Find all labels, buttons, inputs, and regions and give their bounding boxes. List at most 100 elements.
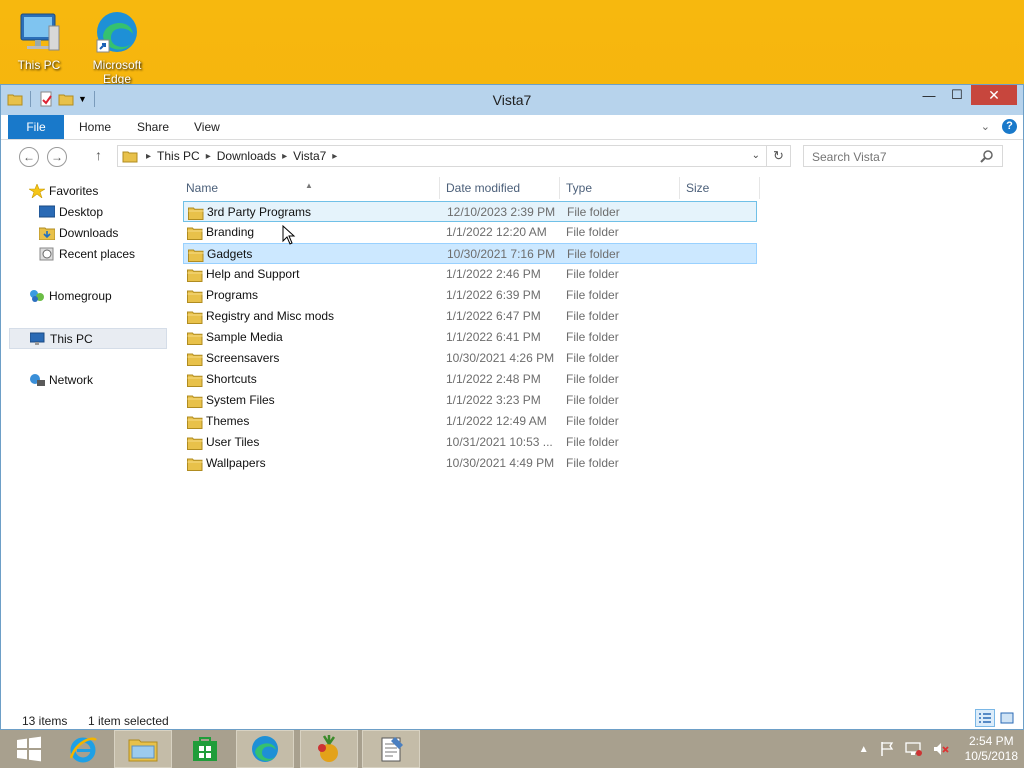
nav-downloads[interactable]: Downloads [9,223,167,244]
file-type: File folder [566,225,619,239]
status-bar: 13 items 1 item selected [1,707,1023,729]
tab-share[interactable]: Share [137,115,169,139]
maximize-button[interactable]: ☐ [943,85,971,105]
show-hidden-icons-icon[interactable]: ▲ [859,744,869,755]
file-type: File folder [566,456,619,470]
folder-icon [187,353,203,366]
file-date-modified: 1/1/2022 6:39 PM [446,288,541,302]
breadcrumb-downloads[interactable]: Downloads [211,149,282,163]
file-name: Sample Media [206,330,283,344]
network-status-icon[interactable] [904,741,923,757]
taskbar-file-explorer[interactable] [114,730,172,768]
downloads-folder-icon [39,227,55,240]
file-row[interactable]: Screensavers 10/30/2021 4:26 PM File folde… [183,348,763,369]
taskbar-store[interactable] [176,730,234,768]
clock[interactable]: 2:54 PM 10/5/2018 [965,734,1018,764]
window-controls: — ☐ ✕ [915,85,1017,105]
search-box[interactable] [803,145,1003,167]
address-bar[interactable]: ▸ This PC ▸ Downloads ▸ Vista7 ▸ ⌄ [117,145,767,167]
refresh-button[interactable]: ↻ [767,145,791,167]
folder-icon [187,227,203,240]
column-divider[interactable] [679,177,680,199]
column-header-size[interactable]: Size [686,181,709,195]
column-header-name[interactable]: Name [186,181,218,195]
column-divider[interactable] [759,177,760,199]
search-input[interactable] [810,147,984,167]
folder-icon [187,332,203,345]
title-bar[interactable]: ▼ Vista7 — ☐ ✕ [1,85,1023,115]
file-row[interactable]: Themes 1/1/2022 12:49 AM File folder [183,411,763,432]
file-type: File folder [566,372,619,386]
close-button[interactable]: ✕ [971,85,1017,105]
details-view-button[interactable] [975,709,995,727]
folder-icon [187,269,203,282]
breadcrumb-this-pc[interactable]: This PC [151,149,206,163]
up-arrow-icon: ↑ [95,147,102,163]
file-name: 3rd Party Programs [207,205,312,219]
minimize-button[interactable]: — [915,85,943,105]
file-row[interactable]: Gadgets 10/30/2021 7:16 PM File folder [183,243,757,264]
file-row[interactable]: User Tiles 10/31/2021 10:53 ... File folde… [183,432,763,453]
chevron-right-icon[interactable]: ▸ [332,151,337,162]
desktop-icon-this-pc[interactable]: This PC [4,8,74,86]
nav-label: Recent places [59,247,136,261]
volume-muted-icon[interactable] [933,741,949,757]
tab-file[interactable]: File [8,115,64,139]
nav-label: This PC [50,332,93,346]
nav-label: Favorites [49,184,99,198]
file-date-modified: 1/1/2022 6:47 PM [446,309,541,323]
file-row[interactable]: System Files 1/1/2022 3:23 PM File folder [183,390,763,411]
nav-homegroup[interactable]: Homegroup [9,286,167,307]
file-row[interactable]: Sample Media 1/1/2022 6:41 PM File folder [183,327,763,348]
file-name: System Files [206,393,275,407]
column-divider[interactable] [559,177,560,199]
file-row[interactable]: Programs 1/1/2022 6:39 PM File folder [183,285,763,306]
taskbar-media-app[interactable] [300,730,358,768]
column-header-date-modified[interactable]: Date modified [446,181,520,195]
file-name: Wallpapers [206,456,266,470]
tab-home[interactable]: Home [79,115,111,139]
file-date-modified: 10/31/2021 10:53 ... [446,435,553,449]
nav-label: Desktop [59,205,104,219]
nav-network[interactable]: Network [9,370,167,391]
file-row[interactable]: Wallpapers 10/30/2021 4:49 PM File folder [183,453,763,474]
tab-view[interactable]: View [194,115,220,139]
back-button[interactable]: ← [19,147,39,167]
nav-recent-places[interactable]: Recent places [9,244,167,265]
address-history-dropdown-icon[interactable]: ⌄ [752,150,760,161]
file-row[interactable]: Branding 1/1/2022 12:20 AM File folder [183,222,763,243]
nav-this-pc[interactable]: This PC [9,328,167,349]
forward-button[interactable]: → [47,147,67,167]
search-icon[interactable] [980,149,994,163]
nav-label: Network [49,373,94,387]
large-icons-view-button[interactable] [997,709,1017,727]
desktop-icon-edge[interactable]: Microsoft Edge [82,8,152,86]
file-type: File folder [566,435,619,449]
taskbar-internet-explorer[interactable] [54,730,112,768]
column-header-type[interactable]: Type [566,181,592,195]
file-row[interactable]: Help and Support 1/1/2022 2:46 PM File fol… [183,264,763,285]
folder-icon [187,416,203,429]
taskbar: ▲ 2:54 PM 10/5/2018 [0,730,1024,768]
file-type: File folder [566,414,619,428]
file-row[interactable]: 3rd Party Programs 12/10/2023 2:39 PM File… [183,201,757,222]
navigation-pane: Favorites Desktop Downloads Recent place… [9,181,167,391]
expand-ribbon-icon[interactable]: ⌄ [981,120,990,133]
breadcrumb-vista7[interactable]: Vista7 [287,149,332,163]
column-divider[interactable] [439,177,440,199]
nav-favorites[interactable]: Favorites [9,181,167,202]
folder-icon [188,207,204,220]
taskbar-notepad[interactable] [362,730,420,768]
action-center-flag-icon[interactable] [879,741,895,757]
help-icon[interactable]: ? [1002,119,1017,134]
file-date-modified: 1/1/2022 6:41 PM [446,330,541,344]
nav-desktop[interactable]: Desktop [9,202,167,223]
file-date-modified: 1/1/2022 12:49 AM [446,414,547,428]
file-row[interactable]: Registry and Misc mods 1/1/2022 6:47 PM Fi… [183,306,763,327]
item-count: 13 items [22,714,68,728]
start-button[interactable] [0,730,58,768]
file-row[interactable]: Shortcuts 1/1/2022 2:48 PM File folder [183,369,763,390]
sort-ascending-icon: ▲ [305,181,313,190]
taskbar-edge[interactable] [236,730,294,768]
up-button[interactable]: ↑ [95,147,102,163]
